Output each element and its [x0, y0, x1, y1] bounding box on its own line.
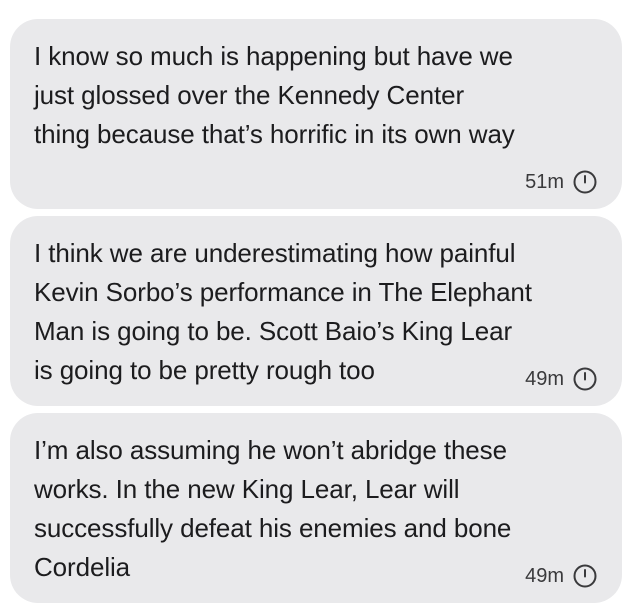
message-meta: 49m	[525, 366, 598, 392]
clock-icon	[573, 564, 597, 588]
message-text: I know so much is happening but have we …	[34, 41, 515, 149]
message-meta: 49m	[525, 563, 598, 589]
message-bubble[interactable]: I know so much is happening but have we …	[10, 19, 622, 209]
clock-icon	[573, 170, 597, 194]
message-thread: I know so much is happening but have we …	[0, 0, 642, 616]
message-timestamp: 49m	[525, 367, 564, 390]
message-text: I think we are underestimating how painf…	[34, 238, 532, 385]
message-bubble[interactable]: I think we are underestimating how painf…	[10, 216, 622, 406]
message-timestamp: 51m	[525, 170, 564, 193]
message-meta: 51m	[525, 169, 598, 195]
message-timestamp: 49m	[525, 564, 564, 587]
clock-icon	[573, 367, 597, 391]
message-bubble[interactable]: I’m also assuming he won’t abridge these…	[10, 413, 622, 603]
message-text: I’m also assuming he won’t abridge these…	[34, 435, 512, 582]
